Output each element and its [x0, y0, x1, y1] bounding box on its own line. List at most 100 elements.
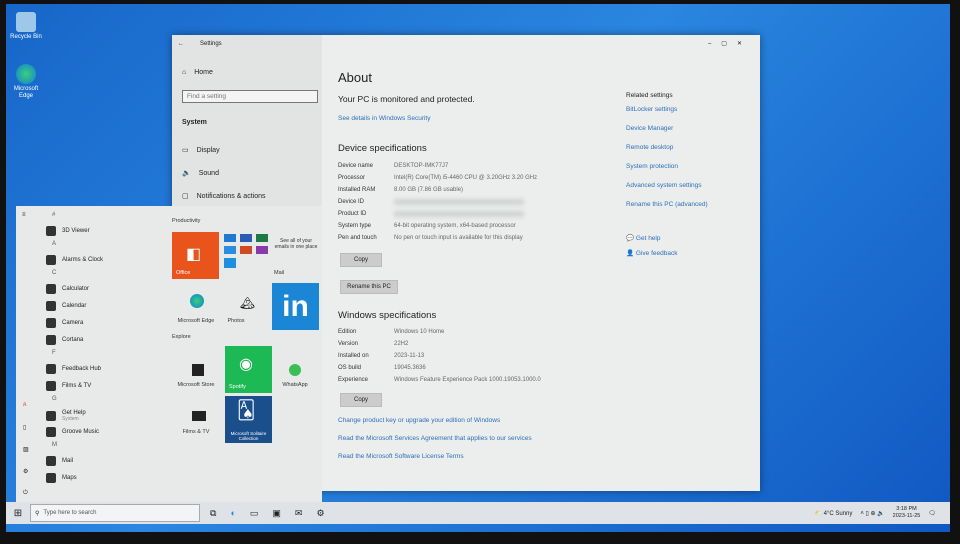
spec-label: Installed on [338, 353, 369, 359]
feedback-icon: 👤 [626, 250, 636, 257]
app-list-item[interactable]: Get Help System [46, 410, 86, 422]
app-list-letter[interactable]: F [52, 350, 56, 356]
sidebar-item-notifications[interactable]: ▢ Notifications & actions [182, 192, 266, 201]
photos-icon[interactable]: 🏔 [240, 296, 255, 310]
back-arrow-icon[interactable]: ← [178, 41, 184, 47]
desktop-icon-recycle-bin[interactable]: Recycle Bin [6, 12, 46, 41]
weather-widget[interactable]: ⛅ 4°C Sunny [814, 510, 852, 517]
word-icon[interactable] [240, 234, 252, 242]
mail-tile-text[interactable]: See all of your emails in one place [274, 238, 318, 250]
group-explore: Explore [172, 334, 191, 340]
app-list-item[interactable]: 3D Viewer [46, 226, 90, 236]
spec-row: Device ID [338, 199, 524, 205]
tray-icons[interactable]: ˄ ▯ ⊕ 🔈 [860, 510, 884, 517]
spec-label: Version [338, 341, 359, 347]
sidebar-item-sound[interactable]: 🔈 Sound [182, 169, 219, 178]
tile-office[interactable]: ◧ Office [172, 232, 219, 279]
tile-solitaire[interactable]: 🂡 Microsoft Solitaire Collection [225, 396, 272, 443]
sidebar-item-display[interactable]: ▭ Display [182, 146, 220, 155]
power-icon[interactable]: ⏻ [23, 490, 28, 497]
windows-specs-heading: Windows specifications [338, 310, 437, 321]
excel-icon[interactable] [256, 234, 268, 242]
store-taskbar-icon[interactable]: ▣ [272, 508, 281, 519]
find-setting-input[interactable] [182, 90, 318, 103]
spec-label: Edition [338, 329, 357, 335]
app-icon [46, 411, 56, 421]
app-list-item[interactable]: Mail [46, 456, 73, 466]
hamburger-icon[interactable]: ≡ [22, 212, 26, 218]
app-list-item[interactable]: Maps [46, 473, 77, 483]
app-list-letter[interactable]: M [52, 442, 57, 448]
app-icon [46, 301, 56, 311]
skype-icon[interactable] [224, 258, 236, 268]
app-list-item[interactable]: Films & TV [46, 381, 91, 391]
sound-icon: 🔈 [182, 170, 191, 177]
taskbar-search[interactable]: ⚲ Type here to search [30, 504, 200, 522]
powerpoint-icon[interactable] [240, 246, 252, 254]
start-button[interactable]: ⊞ [6, 508, 30, 519]
security-link[interactable]: See details in Windows Security [338, 115, 431, 122]
app-list-item[interactable]: Alarms & Clock [46, 255, 103, 265]
copy-windows-button[interactable]: Copy [340, 393, 382, 407]
app-icon [46, 226, 56, 236]
related-link[interactable]: Device Manager [626, 125, 673, 132]
app-list-item[interactable]: Calendar [46, 301, 86, 311]
related-link[interactable]: Advanced system settings [626, 182, 702, 189]
onedrive-icon[interactable] [224, 246, 236, 254]
task-view-icon[interactable]: ⧉ [210, 508, 216, 519]
tile-mail[interactable]: Mail [274, 270, 284, 276]
app-icon [46, 381, 56, 391]
mail-taskbar-icon[interactable]: ✉ [295, 508, 303, 519]
app-list-item[interactable]: Feedback Hub [46, 364, 101, 374]
app-list-letter[interactable]: C [52, 270, 56, 276]
app-list-letter[interactable]: G [52, 396, 57, 402]
desktop: Recycle Bin Microsoft Edge ← Settings ⌂ H… [6, 4, 950, 532]
settings-taskbar-icon[interactable]: ⚙ [316, 508, 324, 519]
display-icon: ▭ [182, 147, 189, 154]
store-icon[interactable] [192, 364, 204, 376]
app-list-item[interactable]: Calculator [46, 284, 89, 294]
onenote-icon[interactable] [256, 246, 268, 254]
related-link[interactable]: BitLocker settings [626, 106, 677, 113]
related-link[interactable]: System protection [626, 163, 678, 170]
app-list-item[interactable]: Groove Music [46, 427, 99, 437]
copy-device-button[interactable]: Copy [340, 253, 382, 267]
tile-store-label[interactable]: Microsoft Store [166, 382, 226, 388]
edge-taskbar-icon[interactable]: ◐ [230, 508, 235, 519]
start-menu: ≡ ጸ ▯ ▨ ⚙ ⏻ #3D Viewer A Alarms & Clock C Ca… [16, 206, 322, 506]
app-icon [46, 255, 56, 265]
related-link[interactable]: Remote desktop [626, 144, 673, 151]
tile-linkedin[interactable]: in [272, 283, 319, 330]
user-icon[interactable]: ጸ [23, 402, 27, 409]
desktop-icon-edge[interactable]: Microsoft Edge [6, 64, 46, 100]
documents-icon[interactable]: ▯ [23, 424, 26, 431]
tile-films-label[interactable]: Films & TV [166, 429, 226, 435]
spec-label: Experience [338, 377, 369, 383]
office-icon: ◧ [186, 246, 202, 263]
settings-gear-icon[interactable]: ⚙ [23, 468, 28, 475]
protection-status: Your PC is monitored and protected. [338, 94, 475, 104]
explorer-icon[interactable]: ▭ [250, 508, 259, 519]
services-agreement-link[interactable]: Read the Microsoft Services Agreement th… [338, 435, 532, 442]
notification-center-icon[interactable]: 🗨 [928, 510, 936, 517]
give-feedback-link[interactable]: 👤 Give feedback [626, 249, 677, 257]
app-list-letter[interactable]: # [52, 212, 55, 218]
tile-whatsapp-label[interactable]: WhatsApp [265, 382, 325, 388]
outlook-icon[interactable] [224, 234, 236, 242]
app-list-letter[interactable]: A [52, 241, 56, 247]
pictures-icon[interactable]: ▨ [23, 446, 29, 453]
license-terms-link[interactable]: Read the Microsoft Software License Term… [338, 453, 464, 460]
get-help-link[interactable]: 💬 Get help [626, 234, 660, 242]
films-icon[interactable] [192, 411, 206, 421]
whatsapp-icon[interactable] [289, 364, 301, 376]
window-title: Settings [200, 41, 222, 47]
app-list-item[interactable]: Cortana [46, 335, 83, 345]
tile-photos-label[interactable]: Photos [216, 318, 256, 324]
rename-pc-button[interactable]: Rename this PC [340, 280, 398, 294]
clock[interactable]: 3:18 PM 2023-11-25 [893, 506, 921, 520]
related-link[interactable]: Rename this PC (advanced) [626, 201, 708, 208]
change-product-key-link[interactable]: Change product key or upgrade your editi… [338, 417, 500, 424]
app-list-item[interactable]: Camera [46, 318, 83, 328]
edge-tile-icon[interactable] [190, 294, 204, 308]
sidebar-home[interactable]: ⌂ Home [182, 69, 213, 76]
